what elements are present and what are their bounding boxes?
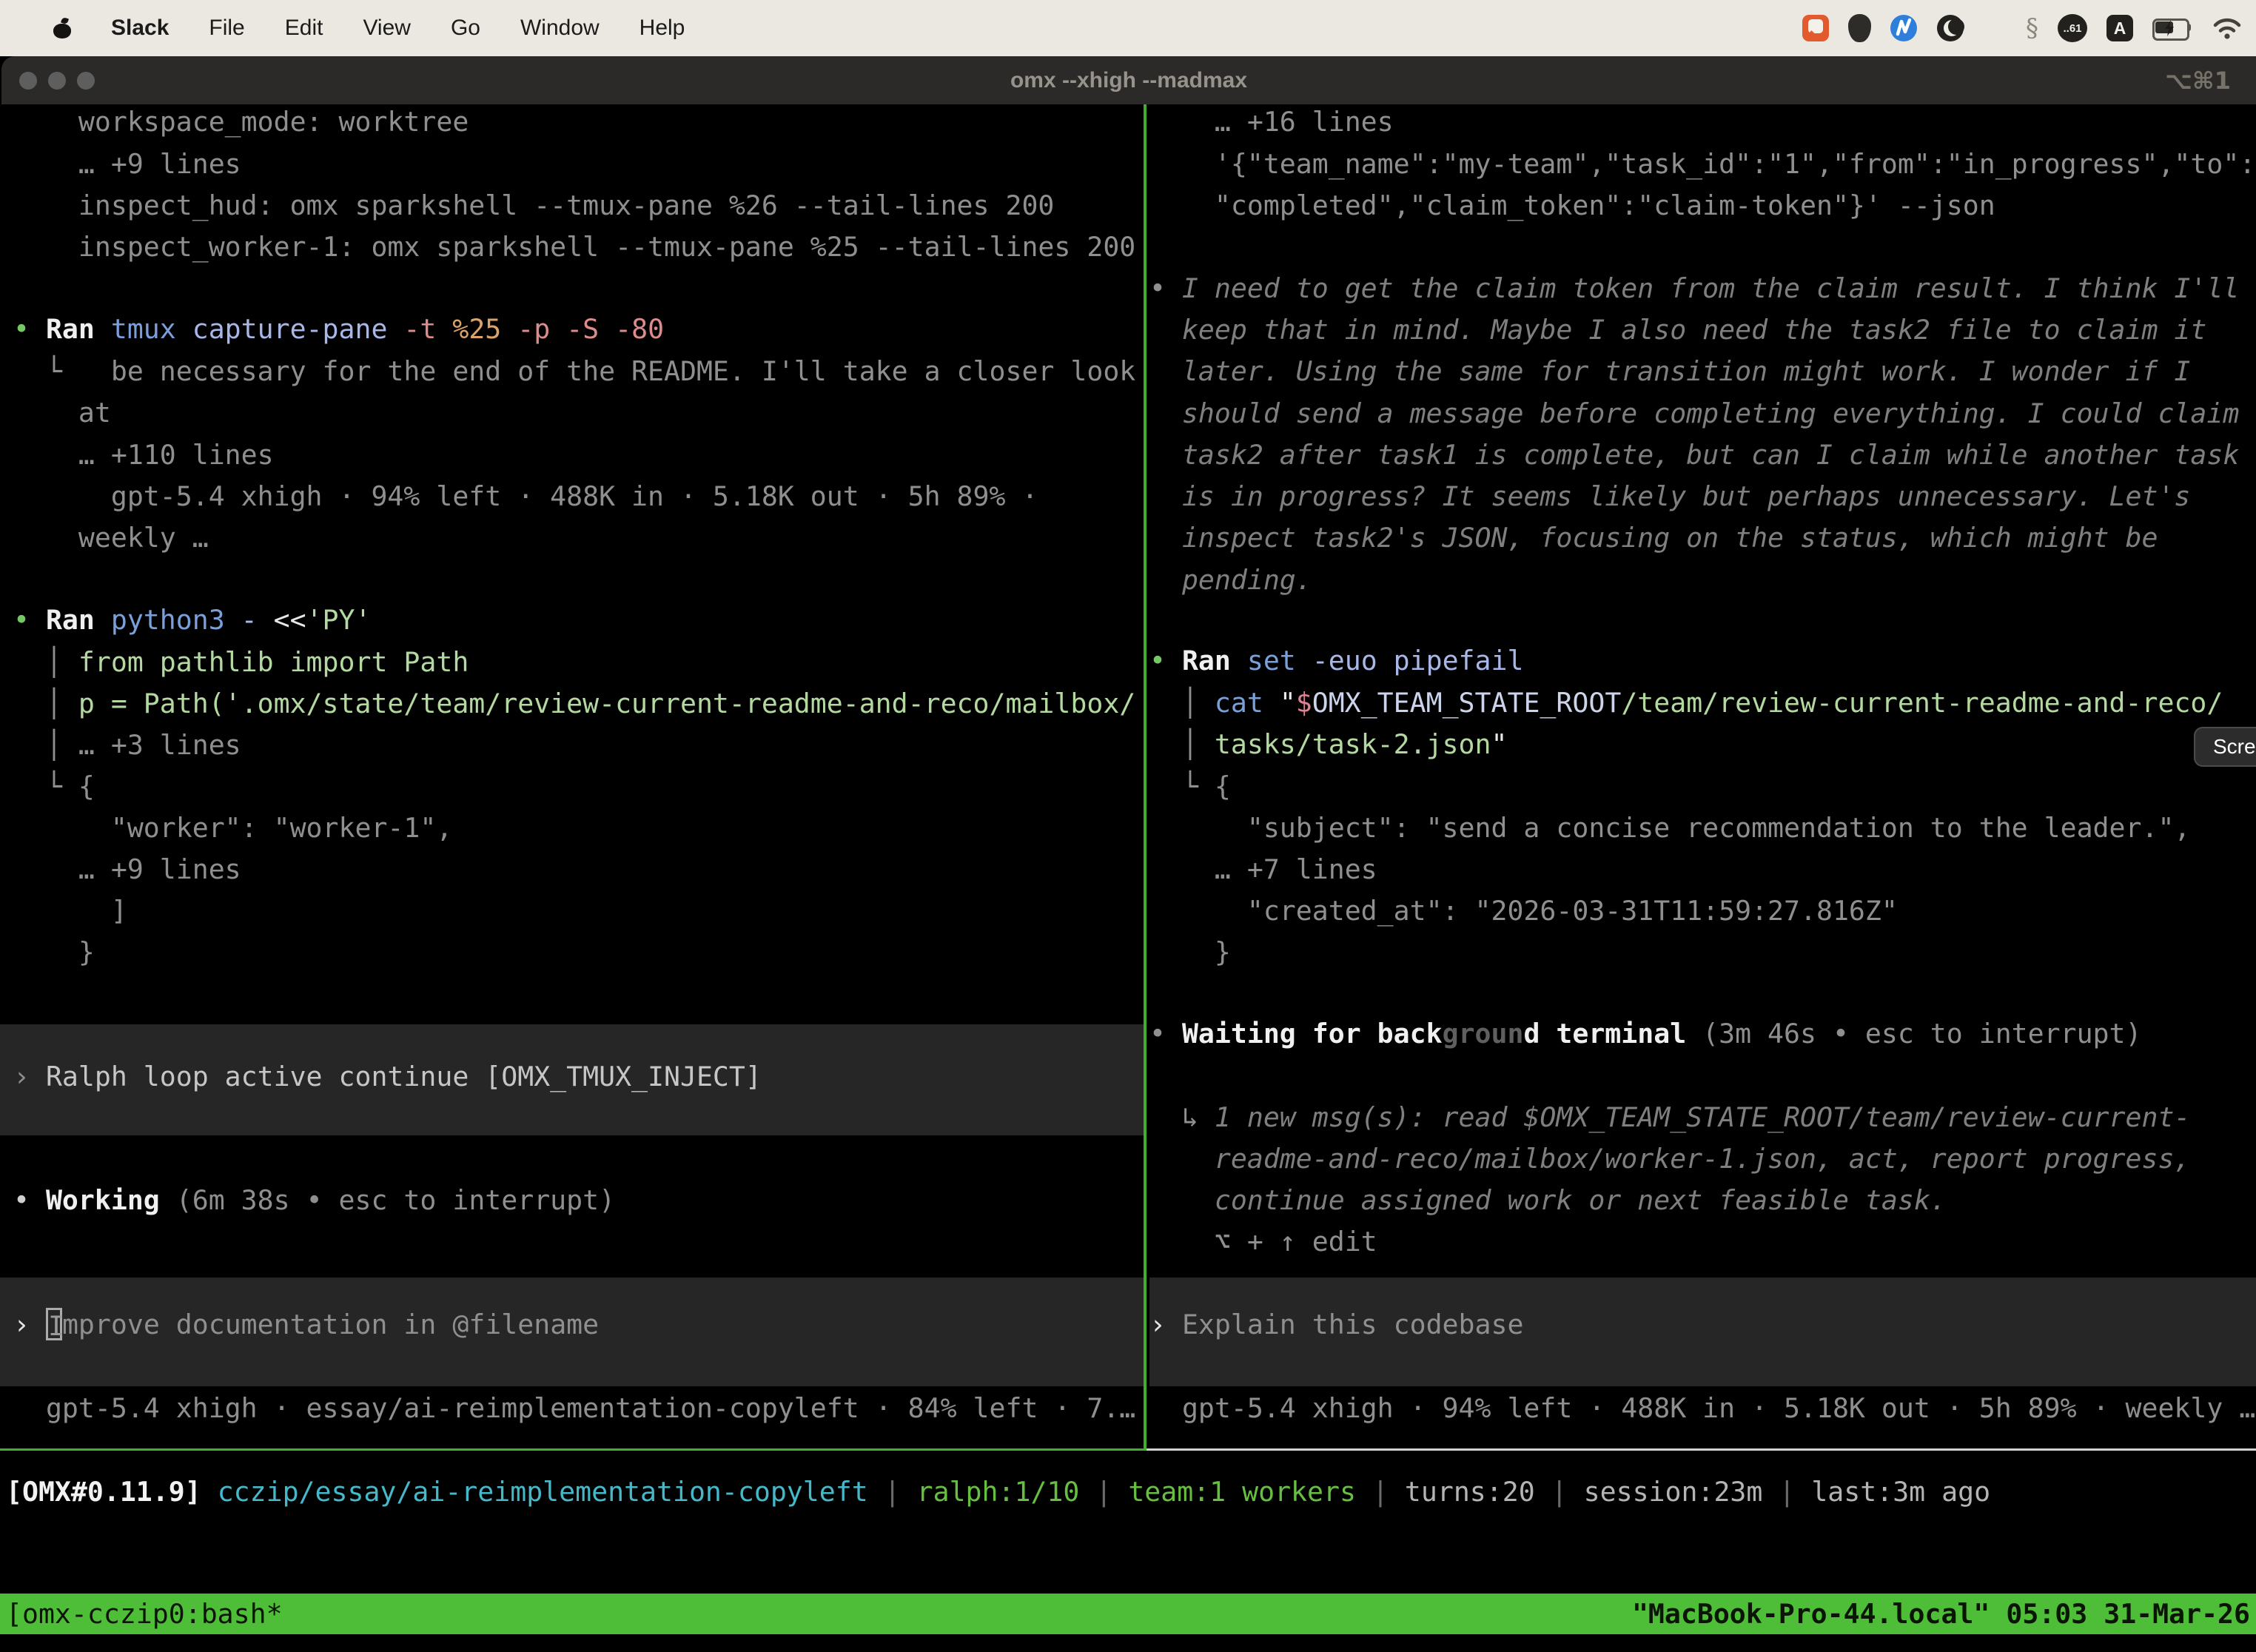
terminal-line: │ cat "$OMX_TEAM_STATE_ROOT/team/review-…: [1149, 682, 2223, 724]
menu-item-window[interactable]: Window: [520, 16, 600, 41]
terminal-line: … +9 lines: [13, 849, 241, 890]
crescent-app-icon[interactable]: [1936, 14, 1964, 42]
apple-menu-icon[interactable]: [53, 18, 71, 38]
status-segment: ralph:1/10: [917, 1476, 1080, 1508]
terminal-line: │ tasks/task-2.json": [1149, 724, 1507, 765]
terminal-line: workspace_mode: worktree: [13, 104, 469, 143]
menu-item-go[interactable]: Go: [451, 16, 480, 41]
blue-bolt-icon[interactable]: [1890, 15, 1917, 41]
window-title-bar: omx --xhigh --madmax ⌥⌘1: [1, 56, 2256, 104]
tmux-session-label: [omx-cczip0:bash*: [0, 1598, 283, 1630]
terminal-line: inspect_worker-1: omx sparkshell --tmux-…: [13, 226, 1135, 268]
letter-a-icon[interactable]: A: [2106, 15, 2133, 41]
shield-keypad-icon[interactable]: [1848, 14, 1871, 42]
thinking-line: pending.: [1149, 560, 1312, 601]
status-segment: [OMX#0.11.9]: [6, 1476, 218, 1508]
status-segment: |: [1762, 1476, 1811, 1508]
menu-item-help[interactable]: Help: [639, 16, 685, 41]
status-segment: session:23m: [1584, 1476, 1763, 1508]
pane-bottom-border-inactive: [1147, 1448, 2256, 1451]
terminal-line: inspect_hud: omx sparkshell --tmux-pane …: [13, 185, 1054, 226]
terminal-line: │ p = Path('.omx/state/team/review-curre…: [13, 683, 1135, 725]
terminal-line: "completed","claim_token":"claim-token"}…: [1149, 185, 1995, 226]
command-line: • Ran python3 - <<'PY': [13, 600, 371, 641]
desktop: Slack File Edit View Go Window Help § ..61 A: [0, 0, 2256, 1652]
terminal-line: "subject": "send a concise recommendatio…: [1149, 807, 2190, 849]
thinking-line: later. Using the same for transition mig…: [1149, 351, 2190, 392]
menu-item-edit[interactable]: Edit: [285, 16, 323, 41]
prompt-input-line[interactable]: › Improve documentation in @filename: [13, 1304, 599, 1346]
prompt-input-line[interactable]: › Explain this codebase: [1149, 1304, 1523, 1346]
terminal-line: … +110 lines: [13, 434, 274, 476]
dots-grid-icon[interactable]: [1984, 17, 2007, 40]
edit-hint: ⌥ + ↑ edit: [1149, 1221, 1377, 1263]
terminal-line: … +9 lines: [13, 144, 241, 185]
menu-item-file[interactable]: File: [209, 16, 244, 41]
terminal-line: }: [13, 932, 95, 973]
menu-bar-left: Slack File Edit View Go Window Help: [0, 16, 685, 41]
status-segment: |: [1535, 1476, 1584, 1508]
terminal-line: weekly …: [13, 517, 209, 559]
terminal-line: at: [13, 392, 111, 434]
window-title: omx --xhigh --madmax: [1, 68, 2256, 93]
terminal-line: │ from pathlib import Path: [13, 642, 469, 683]
model-status-line: gpt-5.4 xhigh · 94% left · 488K in · 5.1…: [1149, 1388, 2255, 1429]
omx-status-line: [OMX#0.11.9] cczip/essay/ai-reimplementa…: [6, 1471, 1990, 1513]
command-line: • Ran set -euo pipefail: [1149, 640, 1523, 682]
tmux-host-clock: "MacBook-Pro-44.local" 05:03 31-Mar-26: [1632, 1598, 2256, 1630]
status-segment: team:1 workers: [1128, 1476, 1356, 1508]
mailbox-message-line: ↳ 1 new msg(s): read $OMX_TEAM_STATE_ROO…: [1149, 1097, 2190, 1138]
terminal-line: "worker": "worker-1",: [13, 807, 452, 849]
mailbox-message-line: continue assigned work or next feasible …: [1149, 1180, 1947, 1221]
thinking-line: task2 after task1 is complete, but can I…: [1149, 434, 2239, 476]
command-line: • Ran tmux capture-pane -t %25 -p -S -80: [13, 309, 664, 350]
status-segment: turns:20: [1405, 1476, 1535, 1508]
ralph-status-line: › Ralph loop active continue [OMX_TMUX_I…: [13, 1056, 762, 1098]
menu-bar: Slack File Edit View Go Window Help § ..61 A: [0, 0, 2256, 56]
pane-bottom-border-active: [0, 1448, 1147, 1451]
menu-item-view[interactable]: View: [363, 16, 410, 41]
tmux-status-bar: [omx-cczip0:bash* "MacBook-Pro-44.local"…: [0, 1594, 2256, 1634]
terminal-line: gpt-5.4 xhigh · 94% left · 488K in · 5.1…: [13, 476, 1038, 517]
terminal-line: "created_at": "2026-03-31T11:59:27.816Z": [1149, 890, 1898, 932]
squiggle-icon[interactable]: §: [2026, 13, 2038, 43]
status-segment: |: [1356, 1476, 1405, 1508]
pane-divider[interactable]: [1144, 104, 1147, 1448]
terminal-line: … +7 lines: [1149, 849, 1377, 890]
menu-item-slack[interactable]: Slack: [111, 16, 169, 41]
thinking-line: is in progress? It seems likely but perh…: [1149, 476, 2190, 517]
mailbox-message-line: readme-and-reco/mailbox/worker-1.json, a…: [1149, 1138, 2190, 1180]
terminal-line: └ be necessary for the end of the README…: [13, 351, 1135, 392]
terminal-line: ]: [13, 890, 127, 932]
terminal-line: │ … +3 lines: [13, 725, 241, 766]
thinking-line: • I need to get the claim token from the…: [1149, 268, 2239, 309]
terminal-line: '{"team_name":"my-team","task_id":"1","f…: [1149, 144, 2255, 185]
thinking-line: keep that in mind. Maybe I also need the…: [1149, 309, 2206, 351]
badge-61-icon[interactable]: ..61: [2058, 14, 2087, 42]
wifi-icon[interactable]: [2212, 16, 2243, 40]
model-status-line: gpt-5.4 xhigh · essay/ai-reimplementatio…: [13, 1388, 1135, 1429]
menu-bar-status-icons: § ..61 A: [1802, 13, 2256, 43]
status-segment: last:3m ago: [1811, 1476, 1990, 1508]
terminal-line: }: [1149, 932, 1231, 973]
terminal-line: └ {: [1149, 766, 1231, 807]
terminal-pane-worker[interactable]: … +16 lines '{"team_name":"my-team","tas…: [1149, 104, 2256, 1448]
screen-share-button[interactable]: Scre: [2194, 727, 2256, 767]
thinking-line: should send a message before completing …: [1149, 393, 2239, 434]
battery-icon[interactable]: [2152, 19, 2192, 38]
window-shortcut-badge: ⌥⌘1: [2165, 67, 2231, 95]
chat-app-icon[interactable]: [1802, 15, 1829, 41]
status-segment: cczip/essay/ai-reimplementation-copyleft: [218, 1476, 868, 1508]
working-status-line: • Working (6m 38s • esc to interrupt): [13, 1180, 615, 1221]
terminal-line: └ {: [13, 766, 95, 807]
terminal-pane-hud[interactable]: workspace_mode: worktree … +9 lines insp…: [0, 104, 1144, 1448]
terminal-line: … +16 lines: [1149, 104, 1394, 143]
status-segment: |: [868, 1476, 917, 1508]
waiting-status-line: • Waiting for background terminal (3m 46…: [1149, 1013, 2141, 1055]
status-segment: |: [1079, 1476, 1128, 1508]
thinking-line: inspect task2's JSON, focusing on the st…: [1149, 517, 2158, 559]
